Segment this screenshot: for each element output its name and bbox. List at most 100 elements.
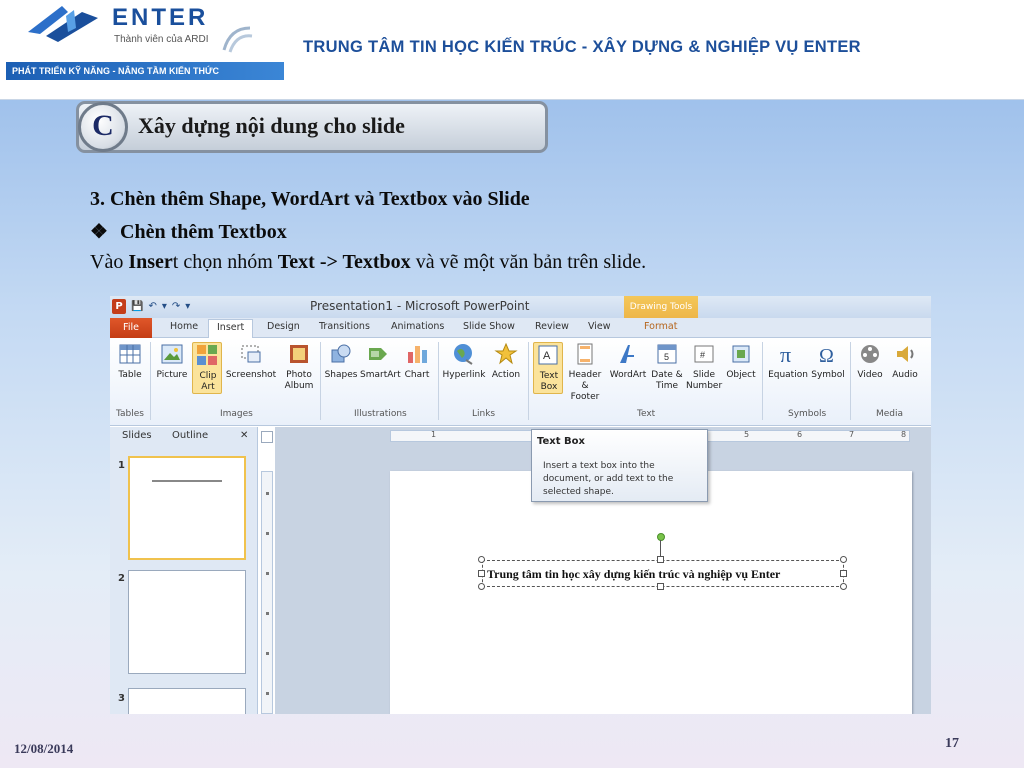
svg-text:Ω: Ω (819, 345, 834, 366)
omega-icon: Ω (819, 345, 834, 366)
action-button[interactable]: Action (490, 342, 522, 381)
chart-button[interactable]: Chart (402, 342, 432, 381)
slide-number-icon: # (694, 345, 714, 363)
clipart-button[interactable]: Clip Art (192, 342, 222, 394)
panel-close-icon[interactable]: ✕ (240, 430, 248, 441)
rotation-handle[interactable] (657, 533, 665, 541)
group-label-tables: Tables (116, 409, 144, 419)
text-box-icon: A (538, 345, 558, 365)
resize-handle[interactable] (478, 583, 485, 590)
symbol-button[interactable]: Ω Symbol (810, 342, 846, 381)
resize-handle[interactable] (840, 556, 847, 563)
tab-insert[interactable]: Insert (208, 319, 254, 339)
photo-album-button[interactable]: Photo Album (280, 342, 318, 392)
tab-view[interactable]: View (588, 321, 611, 332)
thumb-number: 1 (118, 460, 125, 471)
tab-transitions[interactable]: Transitions (319, 321, 370, 332)
textbox-content[interactable]: Trung tâm tin học xây dựng kiến trúc và … (487, 567, 780, 582)
instruction-line: Vào Insert chọn nhóm Text -> Textbox và … (90, 251, 646, 274)
smartart-button[interactable]: SmartArt (360, 342, 401, 381)
object-button[interactable]: Object (725, 342, 757, 381)
quick-access-toolbar: P 💾 ↶ ▾ ↷ ▾ (112, 299, 190, 314)
ardi-swirl-icon (222, 26, 253, 53)
smartart-icon (369, 348, 387, 360)
qat-customize-icon[interactable]: ▾ (185, 299, 190, 314)
tab-home[interactable]: Home (170, 321, 198, 332)
panel-tab-outline[interactable]: Outline (172, 430, 208, 441)
instr-insert-bold: Inser (128, 251, 173, 273)
resize-handle[interactable] (840, 583, 847, 590)
header-footer-button[interactable]: Header & Footer (567, 342, 603, 403)
hyperlink-button[interactable]: Hyperlink (442, 342, 486, 381)
redo-icon[interactable]: ↷ (172, 299, 180, 314)
ribbon-insert: Table Picture Clip Art Screenshot Photo … (110, 338, 931, 426)
picture-icon (161, 344, 183, 364)
equation-button[interactable]: π Equation (766, 342, 810, 381)
resize-handle[interactable] (478, 556, 485, 563)
slide-thumbnail-3[interactable] (128, 688, 246, 714)
ribbon-separator (320, 342, 321, 420)
audio-button[interactable]: Audio (889, 342, 921, 381)
pi-icon: π (780, 342, 791, 366)
screenshot-icon (241, 345, 261, 363)
text-box-button[interactable]: A Text Box (533, 342, 563, 394)
ribbon-tabs: File Home Insert Design Transitions Anim… (110, 318, 931, 339)
group-label-symbols: Symbols (788, 409, 827, 419)
tab-animations[interactable]: Animations (391, 321, 444, 332)
resize-handle[interactable] (840, 570, 847, 577)
banner-title: Xây dựng nội dung cho slide (138, 113, 405, 138)
ribbon-separator (762, 342, 763, 420)
resize-handle[interactable] (657, 583, 664, 590)
instr-part-5: và vẽ một văn bản trên slide. (410, 251, 647, 273)
header-footer-icon (577, 343, 593, 365)
svg-text:A: A (543, 350, 551, 362)
tab-format[interactable]: Format (644, 321, 677, 332)
group-label-links: Links (472, 409, 496, 419)
clipart-icon (197, 345, 217, 365)
window-title: Presentation1 - Microsoft PowerPoint (310, 299, 530, 313)
bullet-text: Chèn thêm Textbox (120, 221, 287, 243)
banner-letter: C (92, 109, 114, 142)
instr-textbox-bold: Text -> Textbox (277, 251, 411, 273)
picture-button[interactable]: Picture (155, 342, 189, 381)
shapes-icon (331, 344, 351, 363)
thumb-number: 3 (118, 693, 125, 704)
undo-dropdown-icon[interactable]: ▾ (162, 299, 167, 314)
slide-date: 12/08/2014 (14, 741, 74, 756)
panel-tab-slides[interactable]: Slides (122, 430, 152, 441)
resize-handle[interactable] (478, 570, 485, 577)
slide-number-button[interactable]: # Slide Number (686, 342, 722, 392)
date-time-button[interactable]: 5 Date & Time (651, 342, 683, 392)
calendar-icon: 5 (657, 344, 677, 364)
enter-logo-icon (28, 6, 98, 42)
slide-thumbnail-1[interactable] (128, 456, 246, 560)
resize-handle[interactable] (657, 556, 664, 563)
tab-file[interactable]: File (110, 318, 152, 338)
tooltip-title: Text Box (537, 436, 585, 447)
video-button[interactable]: Video (854, 342, 886, 381)
svg-text:5: 5 (664, 352, 669, 362)
wordart-icon (620, 345, 634, 363)
screenshot-button[interactable]: Screenshot (225, 342, 277, 381)
table-icon (119, 344, 141, 364)
undo-icon[interactable]: ↶ (148, 299, 156, 314)
table-button[interactable]: Table (115, 342, 145, 381)
ruler-tab-selector[interactable] (261, 431, 273, 443)
tooltip-body: Insert a text box into the document, or … (543, 461, 674, 497)
tab-design[interactable]: Design (267, 321, 300, 332)
text-box-tooltip: Text Box Insert a text box into the docu… (531, 429, 708, 502)
slide-thumbnail-2[interactable] (128, 570, 246, 674)
save-icon[interactable]: 💾 (131, 299, 143, 314)
logo-subtitle: Thành viên của ARDI (114, 34, 209, 45)
svg-text:#: # (700, 350, 705, 360)
object-icon (732, 345, 750, 363)
tab-slideshow[interactable]: Slide Show (463, 321, 515, 332)
shapes-button[interactable]: Shapes (324, 342, 358, 381)
wordart-button[interactable]: WordArt (609, 342, 647, 381)
slide-canvas[interactable] (390, 471, 912, 714)
svg-text:π: π (780, 342, 791, 366)
powerpoint-screenshot: P 💾 ↶ ▾ ↷ ▾ Presentation1 - Microsoft Po… (110, 296, 931, 714)
ribbon-separator (850, 342, 851, 420)
tab-review[interactable]: Review (535, 321, 569, 332)
powerpoint-app-icon[interactable]: P (112, 299, 126, 314)
